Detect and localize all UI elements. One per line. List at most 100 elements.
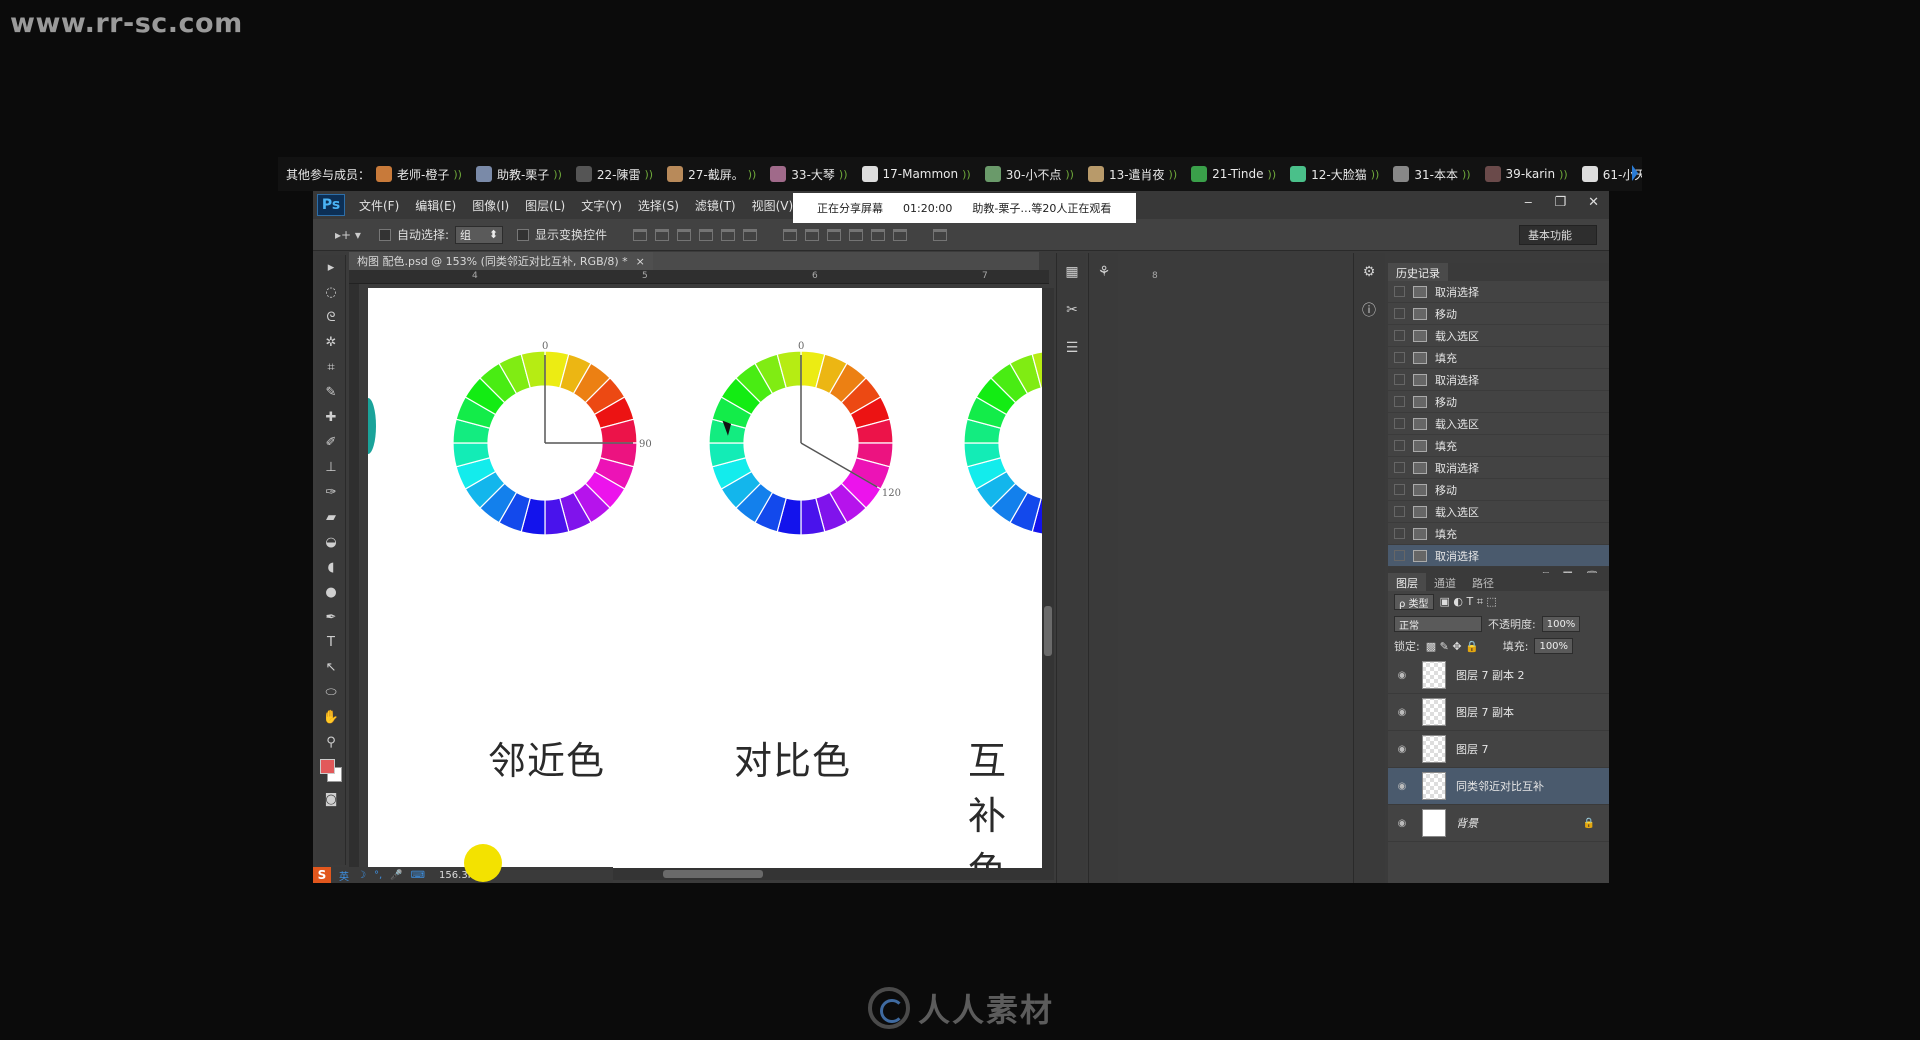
type-tool-icon[interactable]: T [316,630,346,655]
ime-mic-icon[interactable]: 🎤 [390,870,402,881]
tab-paths[interactable]: 路径 [1464,573,1502,591]
filter-icons[interactable]: ▣ ◐ T ⌗ ⬚ [1440,595,1497,609]
history-checkbox[interactable] [1394,396,1405,407]
navigator-icon[interactable]: ▦ [1057,253,1087,291]
distribute-vcenter-icon[interactable] [805,228,820,241]
participant[interactable]: 39-karin)) [1484,166,1568,183]
layer-row[interactable]: ◉ 背景 🔒 [1388,805,1609,842]
history-checkbox[interactable] [1394,528,1405,539]
history-checkbox[interactable] [1394,462,1405,473]
history-item[interactable]: 取消选择 [1388,545,1609,567]
eraser-tool-icon[interactable]: ▰ [316,505,346,530]
visibility-eye-icon[interactable]: ◉ [1392,744,1412,755]
auto-select-checkbox[interactable] [379,228,391,241]
eyedropper-icon[interactable]: ✎ [316,380,346,405]
vertical-scrollbar[interactable] [1042,288,1054,868]
magic-wand-icon[interactable]: ✲ [316,330,346,355]
participant[interactable]: 12-大脸猫)) [1290,166,1379,183]
scroll-right-icon[interactable] [1632,165,1638,181]
layer-row[interactable]: ◉ 图层 7 副本 [1388,694,1609,731]
distribute-left-icon[interactable] [849,228,864,241]
distribute-bottom-icon[interactable] [827,228,842,241]
menu-item[interactable]: 视图(V) [752,197,794,214]
participant[interactable]: 助教-栗子)) [475,166,562,183]
history-checkbox[interactable] [1394,330,1405,341]
align-hcenter-icon[interactable] [721,228,736,241]
history-checkbox[interactable] [1394,286,1405,297]
history-item[interactable]: 载入选区 [1388,325,1609,347]
participant[interactable]: 21-Tinde)) [1191,166,1276,183]
shape-tool-icon[interactable]: ⬭ [316,680,346,705]
participant[interactable]: 17-Mammon)) [861,166,971,183]
document-tab[interactable]: 构图 配色.psd @ 153% (同类邻近对比互补, RGB/8) * × [349,252,653,270]
zoom-tool-icon[interactable]: ⚲ [316,730,346,755]
auto-select-dropdown[interactable]: 组 ⬍ [455,225,504,244]
quick-mask-icon[interactable]: ◙ [316,787,346,812]
menu-item[interactable]: 选择(S) [638,197,679,214]
dodge-tool-icon[interactable]: ● [316,580,346,605]
lasso-tool-icon[interactable]: ᘓ [316,305,346,330]
distribute-top-icon[interactable] [783,228,798,241]
history-item[interactable]: 移动 [1388,303,1609,325]
ime-keyboard-icon[interactable]: ⌨ [411,870,425,881]
tools-preset-icon[interactable]: ✂ [1057,291,1087,329]
visibility-eye-icon[interactable]: ◉ [1392,781,1412,792]
crop-tool-icon[interactable]: ⌗ [316,355,346,380]
participant[interactable]: 27-截屏。)) [667,166,756,183]
history-item[interactable]: 移动 [1388,391,1609,413]
marquee-tool-icon[interactable]: ◌ [316,280,346,305]
sogou-ime-icon[interactable]: S [313,867,331,883]
layer-row[interactable]: ◉ 同类邻近对比互补 [1388,768,1609,805]
tab-channels[interactable]: 通道 [1426,573,1464,591]
bucket-tool-icon[interactable]: ◒ [316,530,346,555]
menu-item[interactable]: 滤镜(T) [695,197,736,214]
align-top-icon[interactable] [633,228,648,241]
blend-mode-dropdown[interactable]: 正常 [1394,616,1482,632]
history-checkbox[interactable] [1394,352,1405,363]
layer-row[interactable]: ◉ 图层 7 副本 2 [1388,657,1609,694]
ime-moon-icon[interactable]: ☽ [357,870,366,881]
history-item[interactable]: 填充 [1388,435,1609,457]
history-item[interactable]: 移动 [1388,479,1609,501]
history-checkbox[interactable] [1394,440,1405,451]
info-icon[interactable]: ⓘ [1354,291,1384,329]
history-checkbox[interactable] [1394,484,1405,495]
layer-filter-dropdown[interactable]: ρ 类型 [1394,594,1434,610]
document-canvas[interactable]: 0 90 邻近色 0 120 对比色 0180 互补色 [368,288,1042,868]
history-checkbox[interactable] [1394,308,1405,319]
layer-row[interactable]: ◉ 图层 7 [1388,731,1609,768]
history-item[interactable]: 填充 [1388,523,1609,545]
stamp-tool-icon[interactable]: ⊥ [316,455,346,480]
workspace-switcher[interactable]: 基本功能 [1519,225,1597,245]
participant[interactable]: 31-本本)) [1393,166,1471,183]
visibility-eye-icon[interactable]: ◉ [1392,670,1412,681]
history-checkbox[interactable] [1394,506,1405,517]
history-brush-icon[interactable]: ✑ [316,480,346,505]
opacity-input[interactable]: 100% [1541,616,1581,632]
restore-button[interactable]: ❐ [1554,195,1566,210]
menu-item[interactable]: 编辑(E) [415,197,456,214]
align-bottom-icon[interactable] [677,228,692,241]
participant[interactable]: 老师-橙子)) [376,166,462,183]
vertical-scroll-thumb[interactable] [1044,606,1052,656]
menu-item[interactable]: 文字(Y) [581,197,622,214]
pen-tool-icon[interactable]: ✒ [316,605,346,630]
history-checkbox[interactable] [1394,418,1405,429]
move-tool-icon[interactable]: ▸ [316,255,346,280]
tab-layers[interactable]: 图层 [1388,573,1426,591]
blur-tool-icon[interactable]: ◖ [316,555,346,580]
align-right-icon[interactable] [743,228,758,241]
distribute-hcenter-icon[interactable] [871,228,886,241]
brush-panel-icon[interactable]: ⚘ [1089,253,1119,291]
tab-history[interactable]: 历史记录 [1388,263,1448,281]
menu-item[interactable]: 文件(F) [359,197,399,214]
close-tab-icon[interactable]: × [636,255,645,268]
history-item[interactable]: 载入选区 [1388,413,1609,435]
fill-input[interactable]: 100% [1534,638,1574,654]
participant[interactable]: 33-大琴)) [770,166,848,183]
properties-icon[interactable]: ⚙ [1354,253,1384,291]
healing-brush-icon[interactable]: ✚ [316,405,346,430]
close-button[interactable]: ✕ [1588,195,1599,210]
brush-tool-icon[interactable]: ✐ [316,430,346,455]
participant[interactable]: 13-遣肖夜)) [1087,166,1177,183]
